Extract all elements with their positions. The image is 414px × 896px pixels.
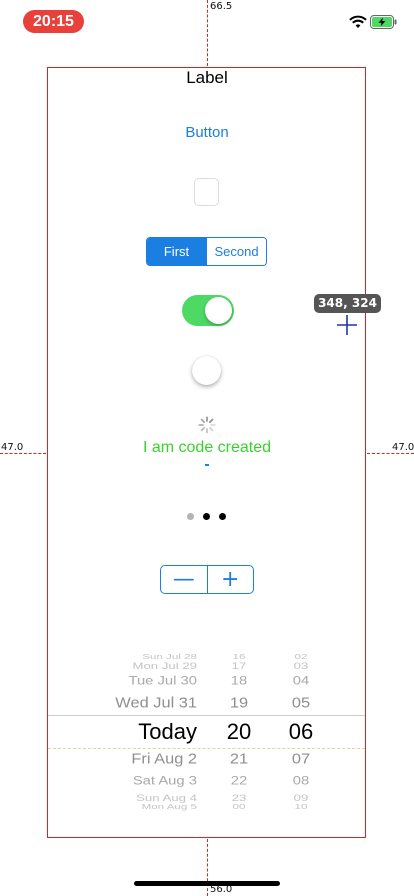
picker-minute: 03 [293,660,309,672]
picker-hour: 23 [231,792,247,803]
button[interactable]: Button [47,124,367,141]
segmented-control[interactable]: First Second [146,237,267,266]
guide-right-value: 47.0 [392,442,414,453]
guide-left-value: 47.0 [1,442,24,453]
picker-row[interactable]: Tue Jul 30 18 04 [48,675,365,689]
label: Label [186,68,228,87]
slider-thumb[interactable] [192,356,221,385]
picker-selection-top [48,715,365,716]
picker-date: Mon Aug 5 [141,802,197,811]
guide-left [0,453,46,454]
guide-top [207,0,208,66]
picker-date: Sat Aug 3 [132,775,197,788]
picker-selection-bottom [48,748,365,749]
stepper-decrement-button[interactable]: — [161,566,207,593]
progress-view [205,464,209,466]
switch-toggle[interactable] [182,295,234,326]
page-dot[interactable] [203,513,210,520]
guide-top-value: 66.5 [210,1,233,12]
picker-date: Today [138,718,197,744]
picker-hour: 22 [230,775,248,788]
stepper[interactable]: — + [160,565,254,594]
picker-minute: 07 [291,751,311,768]
picker-minute: 06 [288,718,314,744]
activity-indicator-icon [198,416,216,434]
picker-hour: 19 [229,694,249,712]
status-time: 20:15 [23,10,84,33]
page-dot[interactable] [219,513,226,520]
segment-first[interactable]: First [147,238,206,265]
picker-row[interactable]: Mon Aug 5 00 10 [48,803,365,811]
guide-bottom [207,839,208,896]
switch-knob [205,297,232,324]
segment-second[interactable]: Second [206,238,266,265]
picker-hour: 21 [229,751,249,768]
picker-hour: 18 [230,674,248,688]
picker-row[interactable]: Fri Aug 2 21 07 [48,751,365,769]
text-field[interactable] [194,178,219,206]
code-created-label: I am code created [142,439,272,456]
picker-row[interactable]: Sat Aug 3 22 08 [48,775,365,789]
picker-date: Wed Jul 31 [115,694,197,712]
picker-date: Mon Jul 29 [132,660,197,672]
picker-date: Fri Aug 2 [131,751,197,768]
battery-charging-icon [370,15,397,29]
picker-row[interactable]: Today 20 06 [48,719,365,745]
picker-minute: 05 [291,694,311,712]
picker-hour: 20 [226,718,252,744]
picker-minute: 04 [292,674,310,688]
picker-hour: 17 [231,660,247,672]
picker-row[interactable]: Mon Jul 29 17 03 [48,661,365,672]
page-dot[interactable] [187,513,194,520]
home-indicator [134,881,280,886]
stepper-increment-button[interactable]: + [206,566,254,593]
picker-minute: 10 [294,802,308,811]
picker-minute: 08 [292,775,310,788]
picker-date: Tue Jul 30 [128,674,197,688]
measure-tooltip: 348, 324 [314,294,381,313]
picker-minute: 09 [293,792,309,803]
crosshair-cursor-icon [337,315,357,335]
wifi-icon [349,15,367,28]
picker-row[interactable]: Wed Jul 31 19 05 [48,695,365,713]
date-picker[interactable]: Sun Jul 28 16 02 Mon Jul 29 17 03 Tue Jul 30 18… [48,636,365,820]
picker-date: Sun Aug 4 [136,792,197,803]
picker-hour: 00 [232,802,246,811]
guide-right [367,453,414,454]
picker-row[interactable]: Sun Aug 4 23 09 [48,792,365,803]
